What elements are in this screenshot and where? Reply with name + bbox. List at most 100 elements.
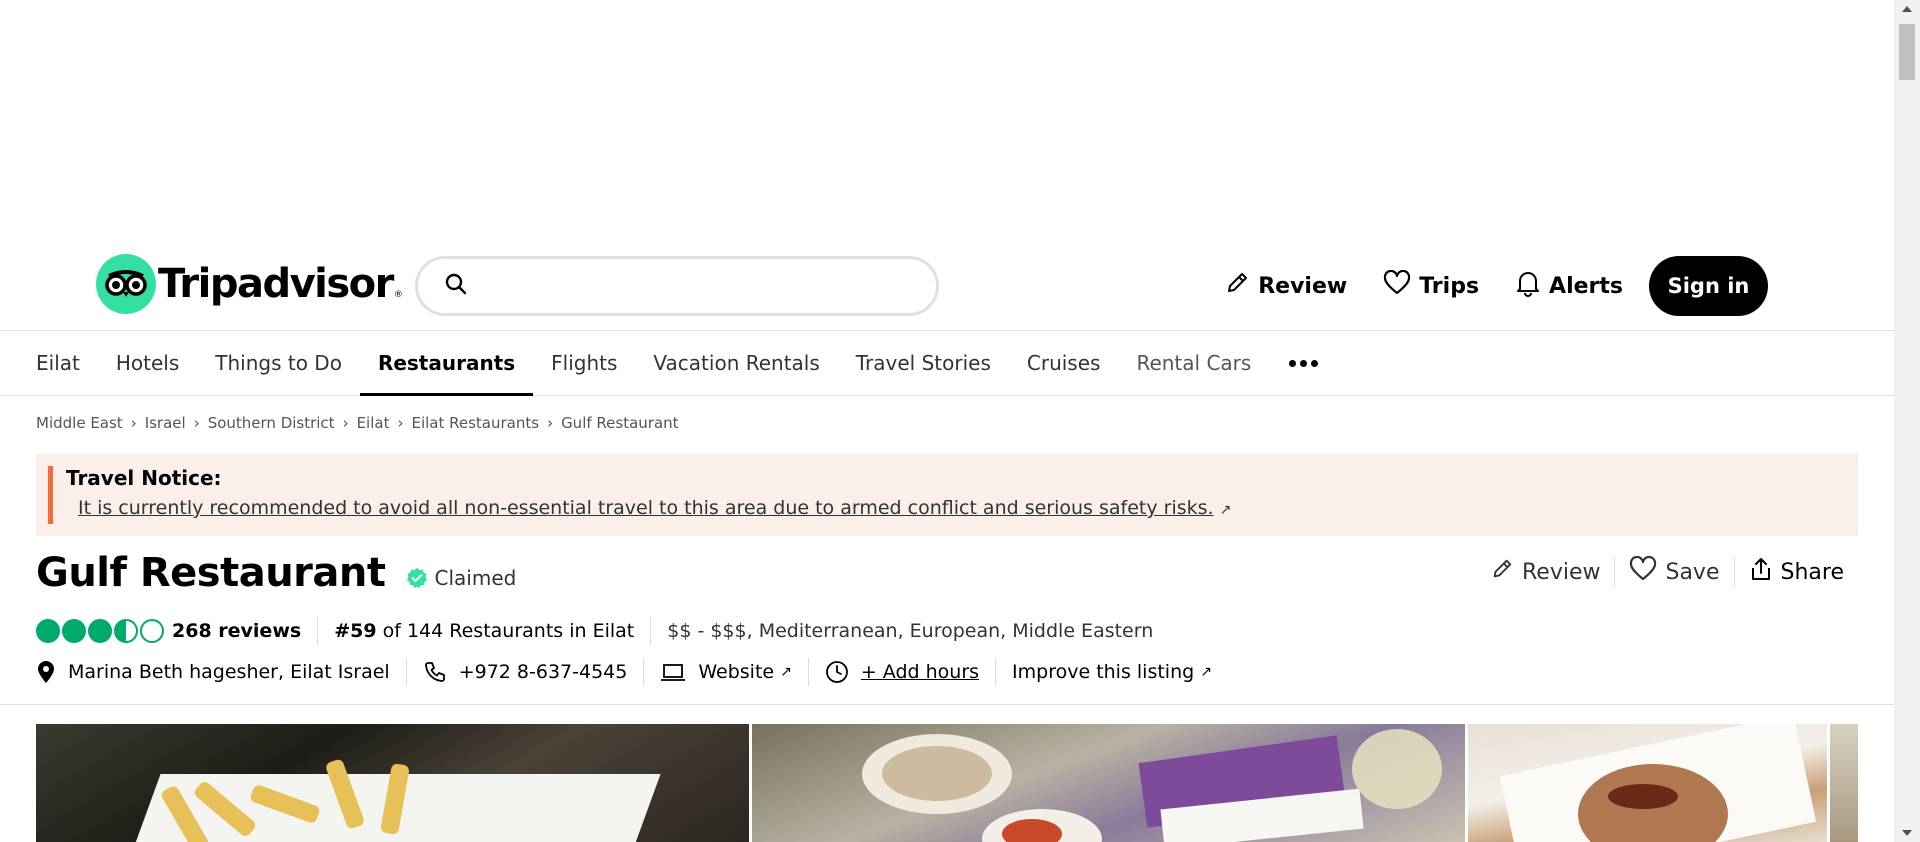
external-link-icon: ↗ xyxy=(780,664,792,680)
rating-bubble-full xyxy=(88,619,112,643)
logo-wordmark: Tripadvisor xyxy=(158,261,394,307)
chevron-right-icon: › xyxy=(342,414,349,432)
notice-title: Travel Notice: xyxy=(66,466,222,490)
share-button[interactable]: Share xyxy=(1735,556,1845,588)
nav-item-rental-cars[interactable]: Rental Cars xyxy=(1118,331,1269,395)
contact-row: Marina Beth hagesher, Eilat Israel +972 … xyxy=(36,658,1212,686)
notice-message: It is currently recommended to avoid all… xyxy=(78,497,1214,519)
photo-dessert[interactable] xyxy=(1467,724,1828,842)
header-trips-label: Trips xyxy=(1419,273,1480,299)
pencil-icon xyxy=(1490,557,1514,587)
meta-divider xyxy=(650,617,652,645)
title-row: Gulf Restaurant Claimed xyxy=(36,550,516,596)
scroll-thumb[interactable] xyxy=(1899,24,1915,80)
website-label: Website xyxy=(698,661,775,683)
ranking[interactable]: #59 of 144 Restaurants in Eilat xyxy=(334,620,634,642)
clock-icon xyxy=(825,661,848,683)
improve-listing-link[interactable]: Improve this listing ↗ xyxy=(1012,661,1212,683)
photo-partial[interactable] xyxy=(1830,724,1858,842)
save-button[interactable]: Save xyxy=(1615,555,1733,588)
breadcrumb-current: Gulf Restaurant xyxy=(561,414,679,432)
nav-item-flights[interactable]: Flights xyxy=(533,331,635,395)
nav-item-restaurants[interactable]: Restaurants xyxy=(359,331,534,396)
breadcrumb: Middle East › Israel › Southern District… xyxy=(36,414,679,432)
phone-text: +972 8-637-4545 xyxy=(458,661,628,683)
page-scrollbar[interactable] xyxy=(1894,0,1920,842)
chevron-right-icon: › xyxy=(547,414,554,432)
bowl-shape xyxy=(881,746,992,801)
notice-link[interactable]: It is currently recommended to avoid all… xyxy=(78,497,1231,519)
info-divider xyxy=(807,658,809,686)
header-review-button[interactable]: Review xyxy=(1224,270,1347,302)
phone-icon xyxy=(424,662,445,682)
save-label: Save xyxy=(1665,559,1720,585)
improve-listing-label: Improve this listing xyxy=(1012,661,1195,683)
nav-item-eilat[interactable]: Eilat xyxy=(18,331,98,395)
nav-item-cruises[interactable]: Cruises xyxy=(1009,331,1119,395)
listing-actions: Review Save Share xyxy=(1476,555,1845,588)
breadcrumb-eilat-restaurants[interactable]: Eilat Restaurants xyxy=(411,414,539,432)
share-label: Share xyxy=(1780,559,1845,585)
meta-divider xyxy=(317,617,319,645)
main-nav: Eilat Hotels Things to Do Restaurants Fl… xyxy=(0,330,1894,396)
owl-logo-icon xyxy=(96,254,156,314)
pencil-icon xyxy=(1224,270,1250,302)
external-link-icon: ↗ xyxy=(1219,502,1232,518)
chevron-right-icon: › xyxy=(397,414,404,432)
photo-gallery xyxy=(36,724,1858,842)
nav-item-hotels[interactable]: Hotels xyxy=(98,331,197,395)
header-alerts-button[interactable]: Alerts xyxy=(1515,269,1623,303)
rank-text: of 144 Restaurants in Eilat xyxy=(376,620,635,642)
address-link[interactable]: Marina Beth hagesher, Eilat Israel xyxy=(36,660,390,684)
nav-item-travel-stories[interactable]: Travel Stories xyxy=(838,331,1009,395)
breadcrumb-middle-east[interactable]: Middle East xyxy=(36,414,123,432)
site-header: Tripadvisor ® Review Trips Alerts Sign i… xyxy=(0,232,1894,332)
ad-space xyxy=(0,0,1894,232)
info-divider xyxy=(995,658,997,686)
search-input[interactable] xyxy=(480,266,936,306)
tripadvisor-logo[interactable]: Tripadvisor ® xyxy=(96,254,403,314)
map-pin-icon xyxy=(38,661,54,683)
scroll-up-icon[interactable] xyxy=(1902,6,1912,12)
bowl-shape xyxy=(1001,819,1062,842)
sauce-shape xyxy=(1607,784,1678,809)
header-trips-button[interactable]: Trips xyxy=(1383,269,1480,302)
more-icon[interactable] xyxy=(1269,331,1338,395)
search-bar[interactable] xyxy=(415,256,939,316)
photo-mezze[interactable] xyxy=(751,724,1465,842)
sign-in-button[interactable]: Sign in xyxy=(1649,256,1768,316)
review-count[interactable]: 268 reviews xyxy=(172,620,301,642)
search-icon xyxy=(444,272,468,300)
rank-number: #59 xyxy=(334,620,377,642)
notice-accent-bar xyxy=(48,466,53,524)
travel-notice: Travel Notice: It is currently recommend… xyxy=(36,454,1858,536)
header-review-label: Review xyxy=(1258,273,1348,299)
section-divider xyxy=(0,704,1894,705)
add-hours-link[interactable]: + Add hours xyxy=(825,660,979,684)
rating-bubbles[interactable] xyxy=(36,619,166,643)
breadcrumb-southern-district[interactable]: Southern District xyxy=(208,414,335,432)
breadcrumb-israel[interactable]: Israel xyxy=(145,414,186,432)
website-link[interactable]: Website ↗ xyxy=(660,661,792,683)
scroll-down-icon[interactable] xyxy=(1902,830,1912,836)
rating-bubble-half xyxy=(114,619,138,643)
heart-icon xyxy=(1383,269,1411,302)
photo-fries[interactable] xyxy=(36,724,749,842)
phone-link[interactable]: +972 8-637-4545 xyxy=(423,660,628,684)
rating-bubble-empty xyxy=(140,619,164,643)
claimed-badge[interactable]: Claimed xyxy=(406,566,517,590)
claimed-label: Claimed xyxy=(434,566,517,590)
listing-review-label: Review xyxy=(1521,559,1601,585)
rating-bubble-full xyxy=(36,619,60,643)
share-icon xyxy=(1749,556,1773,588)
info-divider xyxy=(643,658,645,686)
add-hours-label: + Add hours xyxy=(860,661,980,683)
price-cuisine: $$ - $$$, Mediterranean, European, Middl… xyxy=(667,620,1154,642)
breadcrumb-eilat[interactable]: Eilat xyxy=(357,414,390,432)
nav-item-vacation-rentals[interactable]: Vacation Rentals xyxy=(635,331,837,395)
heart-icon xyxy=(1629,555,1657,588)
verified-check-icon xyxy=(406,568,427,588)
nav-item-things-to-do[interactable]: Things to Do xyxy=(197,331,360,395)
glass-shape xyxy=(1351,729,1442,809)
listing-review-button[interactable]: Review xyxy=(1476,557,1615,587)
